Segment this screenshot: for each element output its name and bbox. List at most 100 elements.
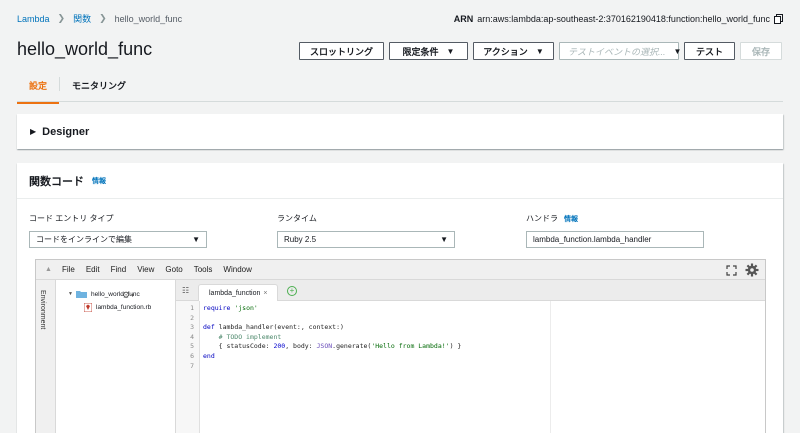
actions-label: アクション [483, 46, 528, 57]
breadcrumb-functions[interactable]: 関数 [73, 12, 91, 25]
caret-down-icon: ▼ [535, 46, 544, 56]
gear-icon[interactable] [745, 263, 759, 277]
code-editor[interactable]: 1 require 'json' 2 3 def lambda_handler(ev… [176, 304, 765, 371]
caret-down-icon: ▼ [130, 292, 136, 299]
caret-down-icon: ▼ [446, 46, 455, 56]
code-text: require 'json' [203, 304, 258, 312]
designer-panel[interactable]: ▶ Designer [17, 114, 783, 149]
breadcrumb-current: hello_world_func [114, 13, 183, 24]
gear-icon: ⚙ [122, 290, 131, 300]
collapse-icon[interactable]: ▲ [45, 266, 52, 273]
entry-type-field: コード エントリ タイプ コードをインラインで編集 ▼ [29, 213, 207, 248]
caret-down-icon: ▼ [440, 235, 448, 244]
line-number: 3 [190, 323, 194, 332]
line-number: 2 [190, 313, 194, 322]
editor-tab-bar: ☷ lambda_function × + [176, 280, 765, 301]
caret-down-icon: ▼ [673, 46, 682, 56]
folder-icon [75, 291, 87, 298]
ruby-file-icon [84, 303, 92, 312]
menu-goto[interactable]: Goto [165, 265, 182, 274]
environment-tab[interactable]: Environment [36, 280, 56, 433]
tab-monitoring[interactable]: モニタリング [60, 74, 138, 103]
ide-window-controls [726, 263, 759, 277]
qualifiers-label: 限定条件 [402, 46, 439, 57]
arn-display: ARN arn:aws:lambda:ap-southeast-2:3701621… [454, 14, 770, 24]
page-title: hello_world_func [17, 39, 153, 59]
code-line: 2 [176, 314, 765, 324]
line-number: 7 [190, 361, 194, 370]
code-text: end [203, 351, 215, 360]
line-number: 1 [190, 304, 194, 312]
code-line: 1 require 'json' [176, 304, 765, 314]
code-line: 7 [176, 362, 765, 372]
menu-window[interactable]: Window [223, 265, 251, 274]
info-link[interactable]: 情報 [92, 176, 106, 186]
save-button-label: 保存 [751, 46, 770, 57]
runtime-value: Ruby 2.5 [284, 235, 317, 244]
tab-configuration[interactable]: 設定 [17, 74, 60, 104]
menu-file[interactable]: File [62, 265, 75, 274]
handler-value: lambda_function.lambda_handler [533, 235, 652, 244]
qualifiers-dropdown[interactable]: 限定条件 ▼ [389, 42, 468, 60]
add-tab-icon[interactable]: + [287, 286, 297, 296]
runtime-field: ランタイム Ruby 2.5 ▼ [277, 213, 455, 248]
fullscreen-icon[interactable] [726, 264, 737, 276]
tree-file-name: lambda_function.rb [96, 304, 152, 311]
throttle-button-label: スロットリング [309, 46, 373, 57]
tree-file[interactable]: lambda_function.rb [84, 303, 151, 312]
test-button[interactable]: テスト [684, 42, 735, 60]
tree-settings[interactable]: ⚙ ▼ [122, 290, 135, 301]
menu-view[interactable]: View [137, 265, 154, 274]
file-tree: ▼ hello_world_func ⚙ ▼ lambda_function.rb [56, 280, 176, 433]
actions-dropdown[interactable]: アクション ▼ [473, 42, 554, 60]
code-line: 3 def lambda_handler(event:, context:) [176, 323, 765, 333]
function-code-panel: 関数コード 情報 コード エントリ タイプ コードをインラインで編集 ▼ ランタ… [17, 163, 783, 433]
code-line: 5 { statusCode: 200, body: JSON.generate… [176, 342, 765, 352]
code-line: 4 # TODO implement [176, 333, 765, 343]
caret-down-icon: ▼ [68, 291, 73, 297]
copy-icon[interactable] [774, 14, 783, 24]
designer-label: Designer [42, 125, 90, 138]
line-number: 4 [190, 332, 194, 341]
save-button[interactable]: 保存 [740, 42, 782, 60]
chevron-right-icon: ❯ [57, 13, 66, 23]
code-text: def lambda_handler(event:, context:) [203, 323, 344, 332]
entry-type-select[interactable]: コードをインラインで編集 ▼ [29, 231, 207, 248]
ide-menu-bar: ▲ File Edit Find View Goto Tools Window [36, 260, 765, 280]
test-button-label: テスト [695, 46, 723, 57]
code-line: 6 end [176, 352, 765, 362]
environment-label: Environment [39, 290, 46, 330]
handler-label: ハンドラ [526, 214, 558, 223]
menu-edit[interactable]: Edit [86, 265, 100, 274]
tab-underline [17, 101, 783, 102]
breadcrumb-lambda[interactable]: Lambda [17, 14, 50, 24]
close-icon[interactable]: × [263, 290, 267, 297]
code-editor-ide: ▲ File Edit Find View Goto Tools Window [35, 259, 766, 433]
runtime-label: ランタイム [277, 214, 317, 223]
code-text: { statusCode: 200, body: JSON.generate('… [203, 342, 462, 351]
handler-label-row: ハンドラ 情報 [526, 213, 704, 224]
tab-bar: 設定 モニタリング [17, 74, 138, 104]
line-number: 6 [190, 351, 194, 360]
handler-input[interactable]: lambda_function.lambda_handler [526, 231, 704, 248]
entry-type-value: コードをインラインで編集 [36, 235, 132, 244]
function-code-title: 関数コード [29, 175, 84, 188]
handler-field: ハンドラ 情報 lambda_function.lambda_handler [526, 213, 704, 248]
handler-info-link[interactable]: 情報 [564, 216, 578, 223]
editor-file-tab[interactable]: lambda_function × [198, 284, 278, 301]
caret-down-icon: ▼ [192, 235, 200, 244]
menu-tools[interactable]: Tools [194, 265, 213, 274]
arn-label: ARN [453, 14, 474, 24]
throttle-button[interactable]: スロットリング [299, 42, 384, 60]
runtime-select[interactable]: Ruby 2.5 ▼ [277, 231, 455, 248]
function-code-header: 関数コード 情報 [17, 163, 783, 199]
panel-toggle-icon[interactable]: ☷ [182, 286, 189, 295]
arn-value: arn:aws:lambda:ap-southeast-2:3701621904… [477, 14, 770, 24]
caret-right-icon: ▶ [30, 127, 37, 136]
editor-file-tab-label: lambda_function [209, 289, 261, 297]
test-event-placeholder: テストイベントの選択... [568, 46, 666, 57]
test-event-select[interactable]: テストイベントの選択... ▼ [559, 42, 682, 60]
menu-find[interactable]: Find [111, 265, 127, 274]
